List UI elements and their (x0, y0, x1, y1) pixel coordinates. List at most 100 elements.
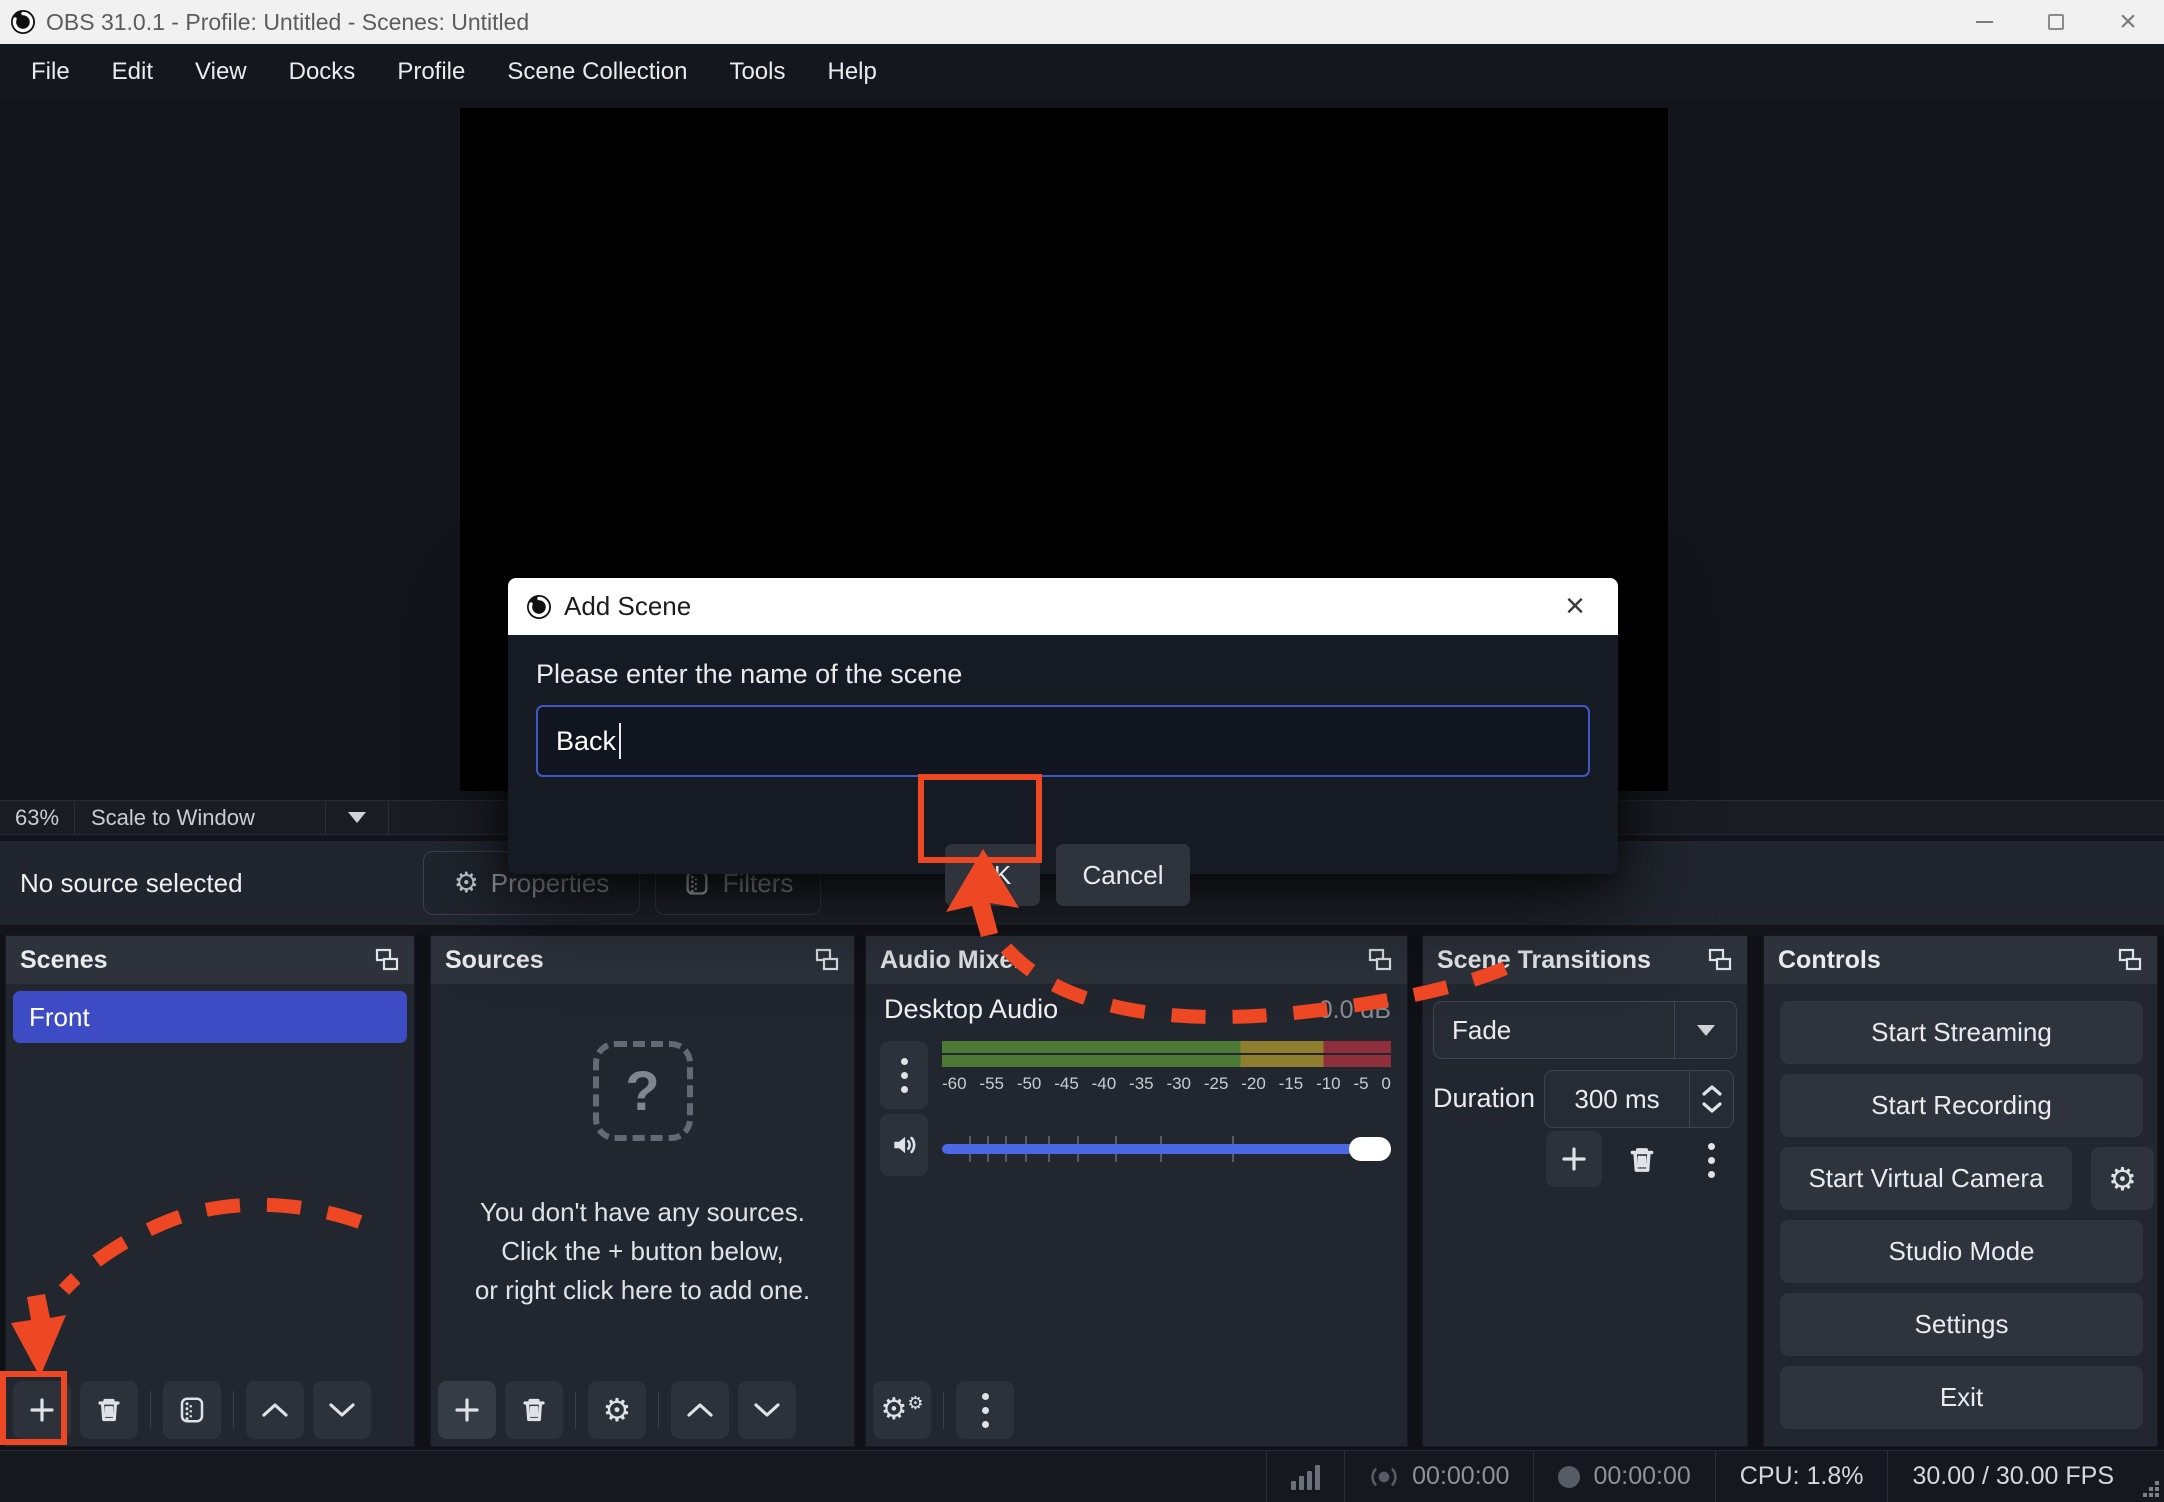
dots-vertical-icon (901, 1058, 908, 1093)
minimize-button[interactable] (1948, 0, 2020, 44)
audio-mixer-title: Audio Mixer (880, 946, 1023, 975)
chevron-down-icon (348, 812, 366, 823)
popout-icon[interactable] (2117, 947, 2143, 973)
scene-name-input[interactable]: Back (536, 705, 1590, 777)
exit-button[interactable]: Exit (1780, 1366, 2143, 1429)
scenes-title: Scenes (20, 946, 108, 975)
spinner-down-icon[interactable] (1702, 1102, 1722, 1113)
menu-view[interactable]: View (174, 44, 268, 100)
popout-icon[interactable] (1707, 947, 1733, 973)
scene-name-value: Back (556, 726, 616, 757)
popout-icon[interactable] (374, 947, 400, 973)
source-move-down-button[interactable] (738, 1381, 796, 1439)
chevron-down-icon (753, 1402, 781, 1418)
add-transition-button[interactable] (1546, 1131, 1602, 1187)
stream-timer: 00:00:00 (1344, 1451, 1533, 1502)
cancel-button[interactable]: Cancel (1056, 844, 1190, 906)
dots-vertical-icon (982, 1393, 989, 1428)
transition-select[interactable]: Fade (1433, 1001, 1737, 1059)
dots-vertical-icon (1708, 1143, 1715, 1178)
menubar: File Edit View Docks Profile Scene Colle… (0, 44, 2164, 100)
chevron-down-icon (328, 1402, 356, 1418)
duration-spinbox[interactable]: 300 ms (1544, 1070, 1734, 1128)
audio-level-meter (942, 1041, 1391, 1067)
menu-tools[interactable]: Tools (708, 44, 806, 100)
plus-icon (453, 1396, 481, 1424)
dialog-title: Add Scene (564, 591, 691, 622)
menu-file[interactable]: File (10, 44, 91, 100)
add-source-button[interactable] (438, 1381, 496, 1439)
spinner-up-icon[interactable] (1702, 1085, 1722, 1096)
scale-mode-dropdown[interactable] (326, 801, 388, 834)
audio-mixer-panel: Audio Mixer Desktop Audio 0.0 dB -60-55 (865, 935, 1408, 1447)
volume-track (942, 1144, 1391, 1154)
menu-docks[interactable]: Docks (268, 44, 377, 100)
trash-icon (95, 1396, 123, 1424)
close-button[interactable]: × (2092, 0, 2164, 44)
scenes-toolbar (6, 1374, 414, 1446)
plus-icon (28, 1396, 56, 1424)
settings-button[interactable]: Settings (1780, 1293, 2143, 1356)
studio-mode-button[interactable]: Studio Mode (1780, 1220, 2143, 1283)
volume-slider[interactable] (942, 1136, 1391, 1162)
remove-source-button[interactable] (505, 1381, 563, 1439)
menu-edit[interactable]: Edit (91, 44, 174, 100)
scenes-panel: Scenes Front (5, 935, 415, 1447)
volume-handle[interactable] (1349, 1137, 1391, 1161)
start-streaming-button[interactable]: Start Streaming (1780, 1001, 2143, 1064)
transitions-title: Scene Transitions (1437, 946, 1651, 975)
filter-icon (177, 1395, 207, 1425)
remove-transition-button[interactable] (1619, 1137, 1665, 1183)
scene-filters-button[interactable] (163, 1381, 221, 1439)
menu-help[interactable]: Help (806, 44, 897, 100)
close-icon: × (2119, 7, 2137, 37)
close-icon: × (1565, 587, 1585, 626)
start-recording-button[interactable]: Start Recording (1780, 1074, 2143, 1137)
dialog-close-button[interactable]: × (1550, 578, 1600, 635)
obs-logo-icon (10, 9, 36, 35)
mixer-channel-menu-button[interactable] (880, 1041, 928, 1109)
signal-bars-icon (1291, 1464, 1320, 1490)
remove-scene-button[interactable] (80, 1381, 138, 1439)
controls-title: Controls (1778, 946, 1881, 975)
scene-move-down-button[interactable] (313, 1381, 371, 1439)
plus-icon (1560, 1145, 1588, 1173)
advanced-audio-button[interactable]: ⚙⚙ (873, 1381, 931, 1439)
source-properties-button[interactable]: ⚙ (588, 1381, 646, 1439)
broadcast-icon (1369, 1462, 1399, 1492)
scene-name: Front (29, 1002, 90, 1033)
zoom-level: 63% (0, 801, 74, 834)
add-scene-button[interactable] (13, 1381, 71, 1439)
popout-icon[interactable] (814, 947, 840, 973)
mixer-channel-name: Desktop Audio (884, 994, 1058, 1025)
source-move-up-button[interactable] (671, 1381, 729, 1439)
record-time: 00:00:00 (1593, 1462, 1690, 1491)
gear-icon: ⚙ (603, 1394, 632, 1426)
scene-item-front[interactable]: Front (13, 991, 407, 1043)
text-caret (619, 723, 621, 759)
trash-icon (1627, 1145, 1657, 1175)
meter-tick-labels: -60-55 -50-45 -40-35 -30-25 -20-15 -10-5… (942, 1074, 1391, 1094)
mixer-menu-button[interactable] (956, 1381, 1014, 1439)
fps-indicator: 30.00 / 30.00 FPS (1887, 1451, 2138, 1502)
scene-move-up-button[interactable] (246, 1381, 304, 1439)
chevron-up-icon (261, 1402, 289, 1418)
record-icon (1558, 1466, 1580, 1488)
start-virtual-camera-button[interactable]: Start Virtual Camera (1780, 1147, 2072, 1210)
transition-menu-button[interactable] (1691, 1137, 1731, 1183)
mute-toggle-button[interactable] (880, 1114, 928, 1176)
menu-profile[interactable]: Profile (376, 44, 486, 100)
sources-panel: Sources ? You don't have any sources. Cl… (430, 935, 855, 1447)
chevron-down-icon (1697, 1025, 1715, 1036)
chevron-up-icon (686, 1402, 714, 1418)
add-scene-dialog: Add Scene × Please enter the name of the… (508, 578, 1618, 874)
sources-empty-line1: You don't have any sources. (480, 1193, 805, 1232)
ok-button[interactable]: OK (945, 844, 1040, 906)
maximize-button[interactable] (2020, 0, 2092, 44)
menu-scene-collection[interactable]: Scene Collection (486, 44, 708, 100)
resize-grip[interactable] (2141, 1479, 2161, 1499)
sources-toolbar: ⚙ (431, 1374, 854, 1446)
virtual-camera-settings-button[interactable]: ⚙ (2091, 1147, 2154, 1210)
question-icon: ? (593, 1041, 693, 1141)
popout-icon[interactable] (1367, 947, 1393, 973)
